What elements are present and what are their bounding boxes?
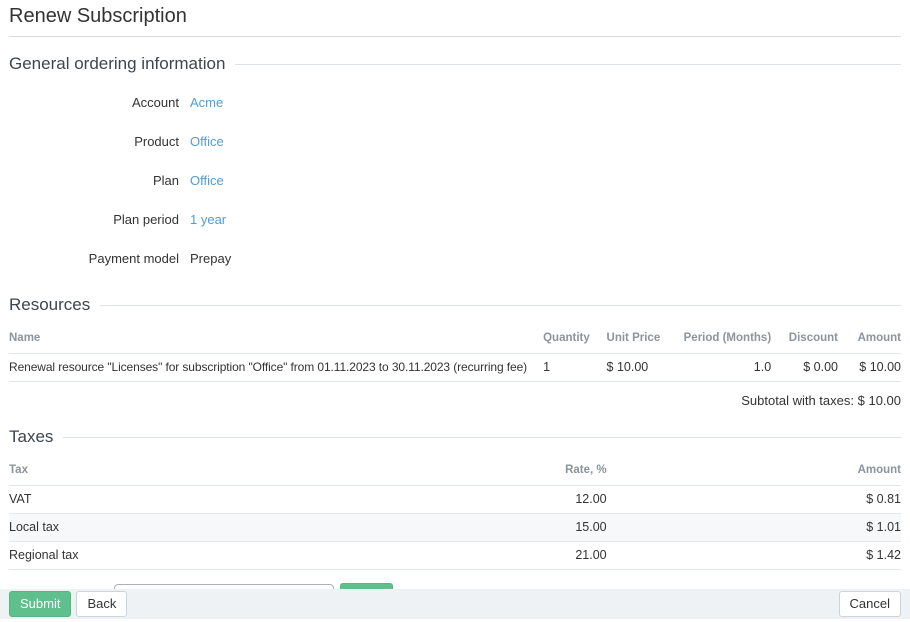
resource-discount: $ 0.00 [771,354,838,382]
section-general-heading: General ordering information [9,54,901,74]
column-header-discount: Discount [771,319,838,354]
tax-name: Regional tax [9,542,455,570]
tax-row-vat: VAT 12.00 $ 0.81 [9,486,901,514]
resource-row: Renewal resource "Licenses" for subscrip… [9,354,901,382]
tax-rate: 21.00 [455,542,607,570]
resources-table: Name Quantity Unit Price Period (Months)… [9,319,901,410]
resource-name: Renewal resource "Licenses" for subscrip… [9,354,527,382]
field-payment-model: Payment model Prepay [9,239,901,278]
plan-period-link[interactable]: 1 year [190,212,226,227]
column-header-name: Name [9,319,527,354]
section-taxes-label: Taxes [9,427,53,447]
section-taxes-heading: Taxes [9,427,901,447]
field-plan-period: Plan period 1 year [9,200,901,239]
general-fields: Account Acme Product Office Plan Office … [9,83,901,278]
page-title: Renew Subscription [9,0,901,37]
tax-row-regional: Regional tax 21.00 $ 1.42 [9,542,901,570]
section-resources-label: Resources [9,295,90,315]
product-link[interactable]: Office [190,134,224,149]
cancel-button[interactable]: Cancel [839,591,901,617]
section-general-label: General ordering information [9,54,225,74]
plan-period-label: Plan period [9,212,179,227]
tax-name: VAT [9,486,455,514]
action-bar-left: Submit Back [9,591,127,617]
action-bar: Submit Back Cancel [0,589,910,619]
subtotal: Subtotal with taxes: $ 10.00 [9,382,901,411]
column-header-tax: Tax [9,451,455,486]
column-header-rate: Rate, % [455,451,607,486]
back-button[interactable]: Back [76,591,127,617]
section-resources-heading: Resources [9,295,901,315]
tax-name: Local tax [9,514,455,542]
column-header-amount: Amount [838,319,901,354]
resource-unit-price: $ 10.00 [591,354,666,382]
subtotal-label: Subtotal with taxes: [741,393,854,408]
resource-amount: $ 10.00 [838,354,901,382]
order-form: Renew Subscription General ordering info… [0,0,910,611]
field-account: Account Acme [9,83,901,122]
column-header-tax-amount: Amount [607,451,901,486]
field-plan: Plan Office [9,161,901,200]
account-link[interactable]: Acme [190,95,223,110]
subtotal-value: $ 10.00 [858,393,901,408]
field-product: Product Office [9,122,901,161]
submit-button[interactable]: Submit [9,591,71,617]
account-label: Account [9,95,179,110]
column-header-quantity: Quantity [527,319,590,354]
resource-quantity: 1 [527,354,590,382]
tax-rate: 12.00 [455,486,607,514]
column-header-unit-price: Unit Price [591,319,666,354]
plan-link[interactable]: Office [190,173,224,188]
payment-model-value: Prepay [190,251,231,266]
tax-amount: $ 0.81 [607,486,901,514]
plan-label: Plan [9,173,179,188]
tax-row-local: Local tax 15.00 $ 1.01 [9,514,901,542]
column-header-period: Period (Months) [666,319,772,354]
payment-model-label: Payment model [9,251,179,266]
product-label: Product [9,134,179,149]
tax-rate: 15.00 [455,514,607,542]
resource-period: 1.0 [666,354,772,382]
tax-amount: $ 1.42 [607,542,901,570]
resources-header-row: Name Quantity Unit Price Period (Months)… [9,319,901,354]
taxes-header-row: Tax Rate, % Amount [9,451,901,486]
subtotal-row: Subtotal with taxes: $ 10.00 [9,382,901,411]
taxes-table: Tax Rate, % Amount VAT 12.00 $ 0.81 Loca… [9,451,901,570]
tax-amount: $ 1.01 [607,514,901,542]
